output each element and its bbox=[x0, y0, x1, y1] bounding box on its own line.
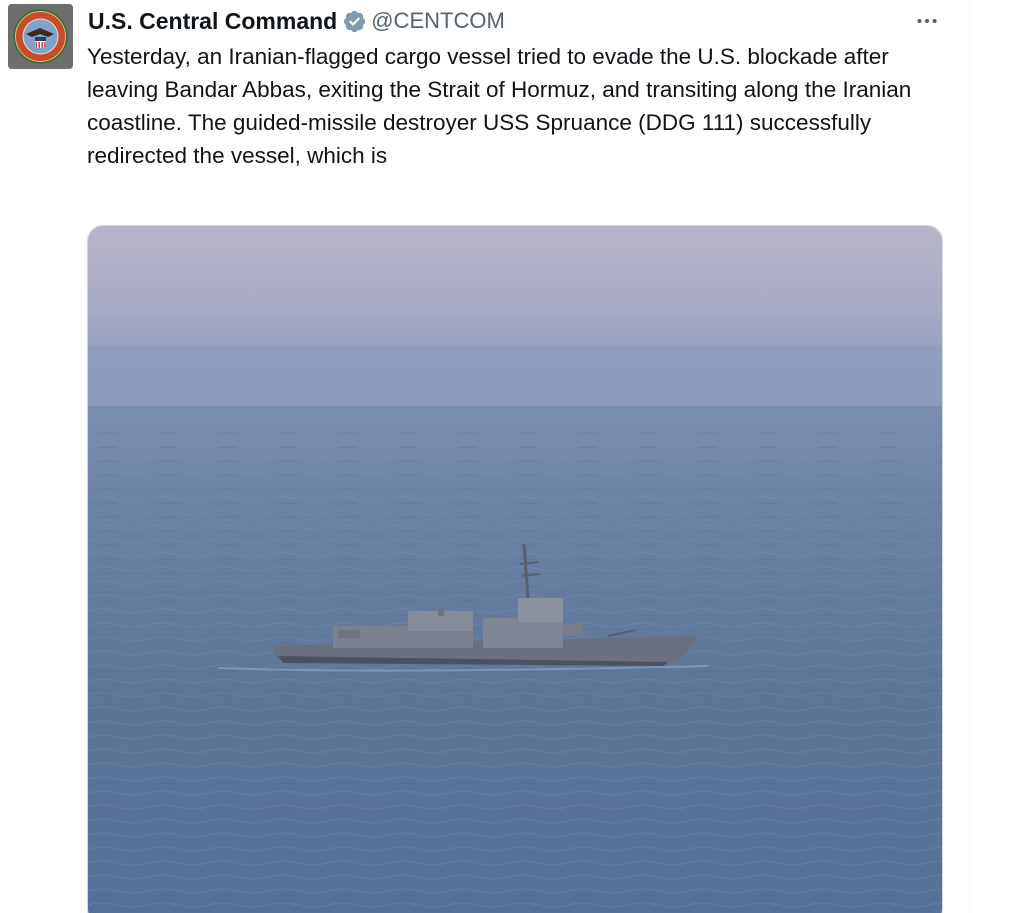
tweet-card[interactable]: U.S. Central Command @CENTCOM Yesterday,… bbox=[0, 0, 970, 913]
verified-badge-icon[interactable] bbox=[342, 9, 367, 34]
author-handle[interactable]: @CENTCOM bbox=[371, 8, 505, 34]
page-gutter bbox=[970, 0, 1009, 913]
tweet-text: Yesterday, an Iranian-flagged cargo vess… bbox=[87, 44, 918, 168]
centcom-seal-icon bbox=[8, 4, 73, 69]
more-options-icon[interactable] bbox=[910, 6, 944, 36]
tweet-photo[interactable] bbox=[87, 225, 943, 913]
author-display-name[interactable]: U.S. Central Command bbox=[88, 8, 337, 35]
author-avatar[interactable] bbox=[8, 4, 73, 69]
photo-destroyer-at-sea bbox=[88, 226, 942, 913]
tweet-header: U.S. Central Command @CENTCOM bbox=[88, 6, 505, 36]
